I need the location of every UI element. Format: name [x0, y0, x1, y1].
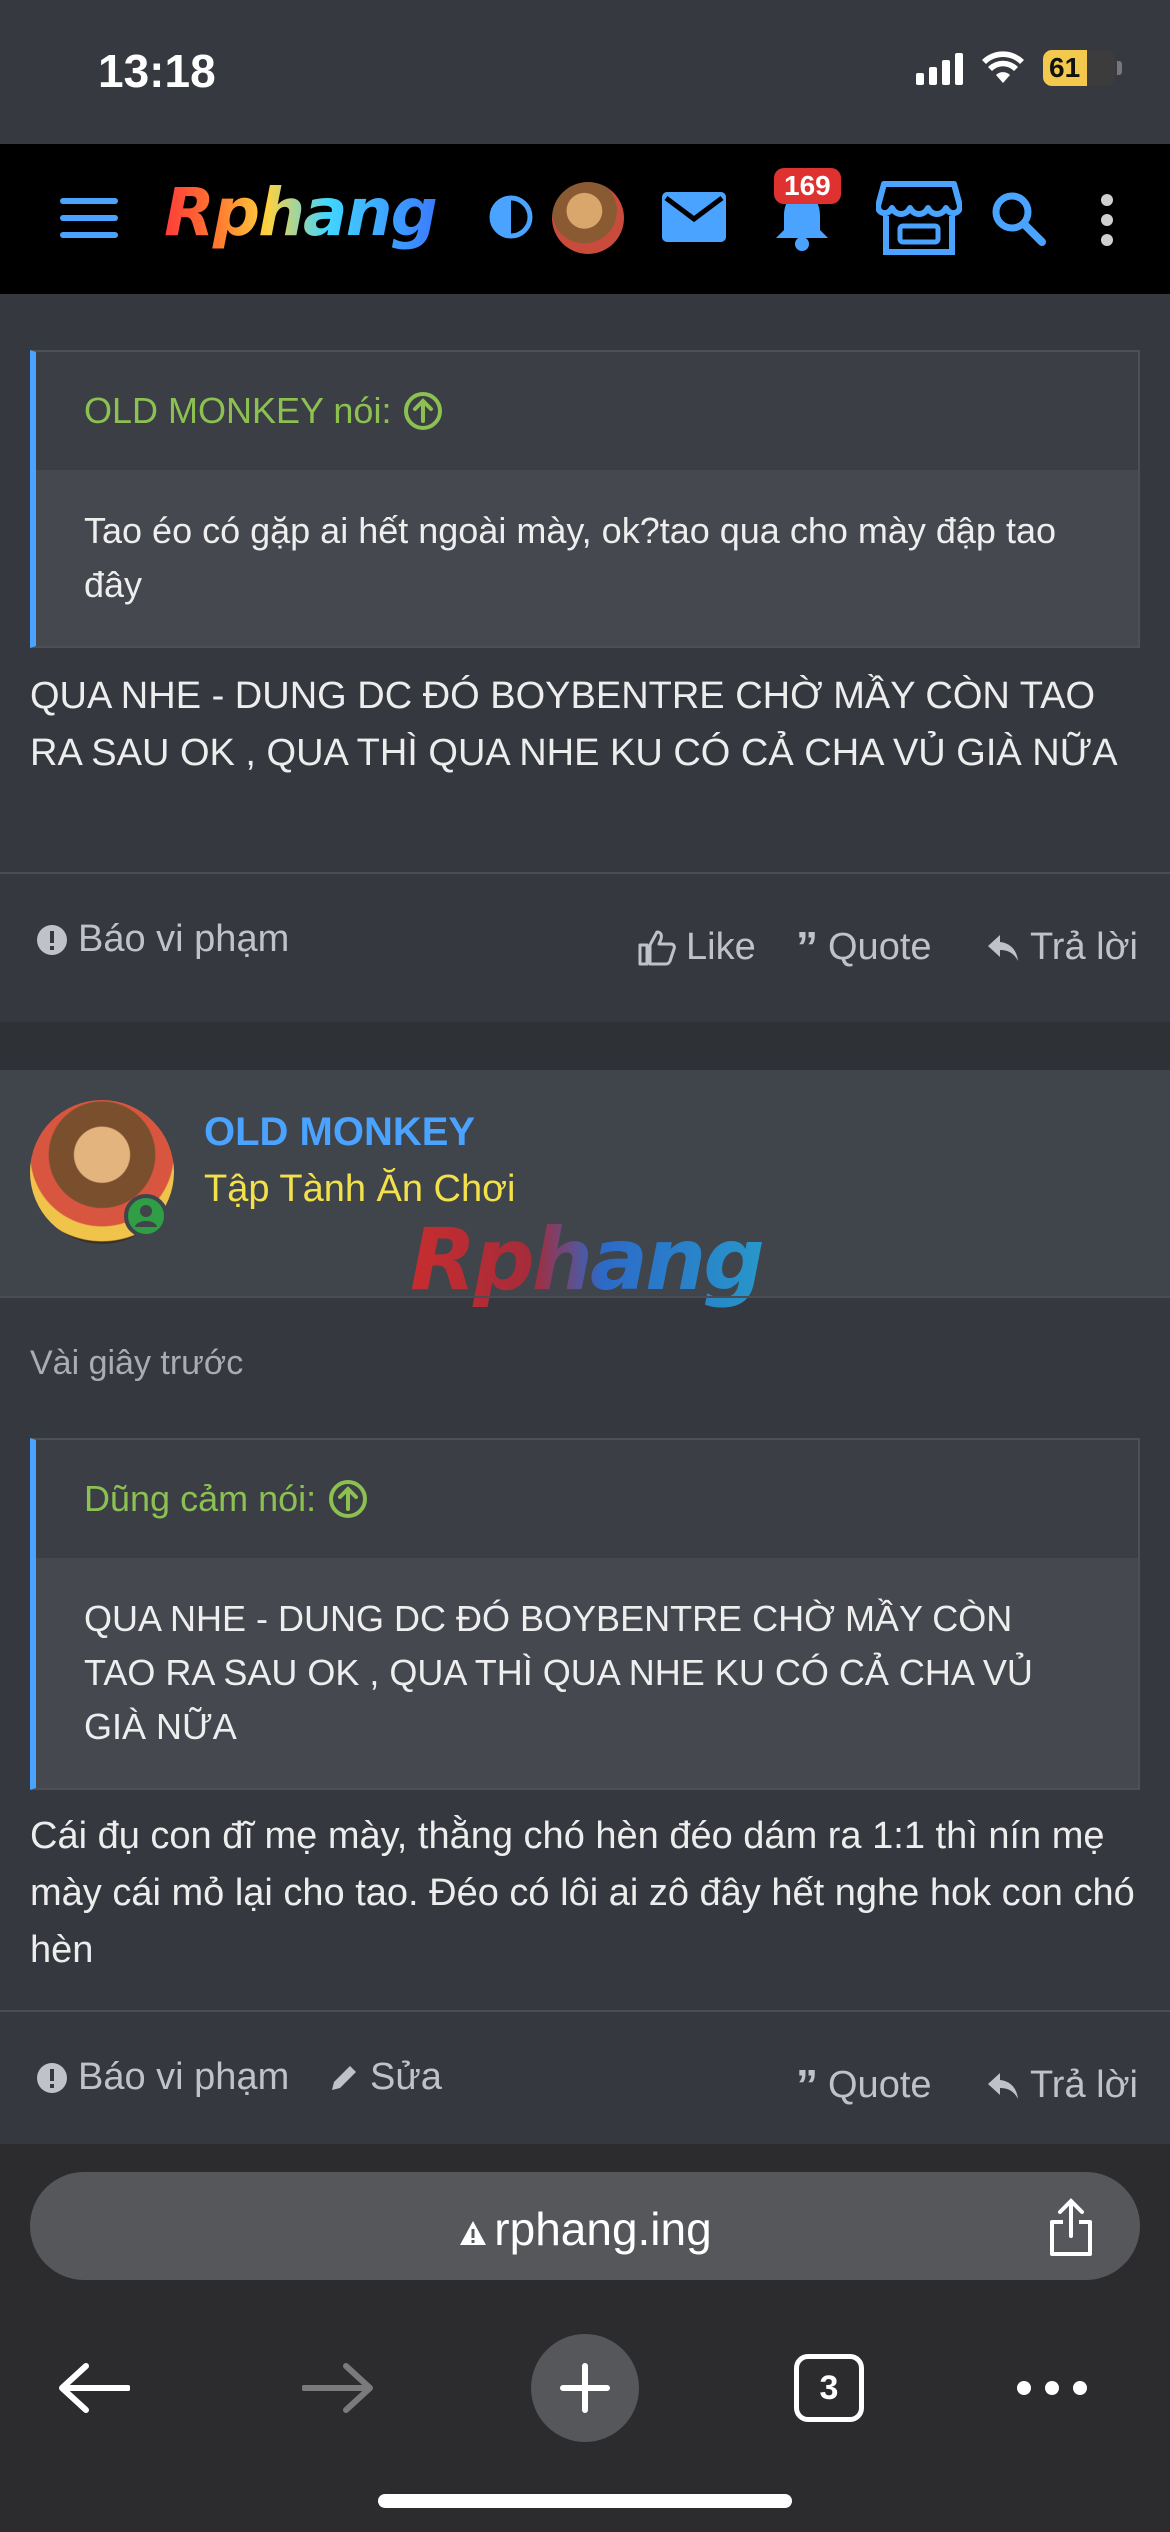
arrow-up-circle-icon[interactable] [328, 1479, 368, 1519]
url-text: rphang.ing [494, 2203, 712, 2255]
post-2-quote: Dũng cảm nói: QUA NHE - DUNG DC ĐÓ BOYBE… [30, 1438, 1140, 1790]
new-tab-icon [560, 2363, 610, 2413]
store-icon[interactable] [876, 180, 962, 256]
post-message: QUA NHE - DUNG DC ĐÓ BOYBENTRE CHỜ MẦY C… [30, 675, 1118, 774]
quote-body: QUA NHE - DUNG DC ĐÓ BOYBENTRE CHỜ MẦY C… [36, 1558, 1138, 1788]
share-icon[interactable] [1046, 2198, 1096, 2258]
reply-icon [988, 934, 1018, 961]
post-1: OLD MONKEY nói: Tao éo có gặp ai hết ngo… [0, 294, 1170, 1022]
reply-button[interactable]: Trả lời [986, 926, 1138, 969]
top-navigation: Rphang 169 [0, 144, 1170, 294]
wifi-icon [982, 51, 1024, 83]
back-icon[interactable] [58, 2360, 130, 2416]
post-message: Cái đụ con đĩ mẹ mày, thằng chó hèn đéo … [30, 1815, 1135, 1971]
quote-author: OLD MONKEY nói: [84, 390, 392, 431]
address-bar[interactable]: rphang.ing [30, 2172, 1140, 2280]
edit-icon [332, 2065, 356, 2090]
status-bar: 13:18 61 [0, 0, 1170, 144]
post-2: OLD MONKEY Tập Tành Ăn Chơi Rphang Vài g… [0, 1070, 1170, 2144]
username[interactable]: OLD MONKEY [204, 1110, 475, 1155]
more-vertical-icon[interactable] [1100, 194, 1114, 246]
battery-level: 61 [1049, 52, 1081, 83]
home-indicator[interactable] [378, 2494, 792, 2508]
site-logo[interactable]: Rphang [164, 174, 438, 251]
cellular-signal-icon [916, 51, 963, 85]
avatar[interactable] [552, 182, 624, 254]
theme-toggle-icon[interactable] [488, 194, 534, 240]
tabs-icon[interactable]: 3 [794, 2354, 864, 2422]
lock-warning-icon [460, 2220, 487, 2245]
post-timestamp[interactable]: Vài giây trước [30, 1344, 243, 1383]
quote-button[interactable]: ” Quote [796, 2060, 932, 2110]
mail-icon[interactable] [662, 192, 726, 242]
quote-button[interactable]: ” Quote [796, 922, 932, 972]
quote-icon: ” [796, 2060, 818, 2110]
more-horizontal-icon[interactable] [1016, 2380, 1088, 2396]
battery-icon: 61 [1043, 50, 1122, 86]
divider [0, 1296, 1170, 1298]
report-icon [37, 924, 67, 955]
post-1-quote: OLD MONKEY nói: Tao éo có gặp ai hết ngo… [30, 350, 1140, 648]
quote-header[interactable]: Dũng cảm nói: [36, 1440, 1138, 1558]
new-tab-button[interactable] [531, 2334, 639, 2442]
quote-header[interactable]: OLD MONKEY nói: [36, 352, 1138, 470]
like-button[interactable]: Like [638, 926, 756, 969]
post-2-actions: Báo vi phạm Sửa ” Quote Trả lời [0, 2032, 1170, 2122]
online-status-icon [124, 1194, 168, 1238]
post-2-header: OLD MONKEY Tập Tành Ăn Chơi Rphang [0, 1070, 1170, 1310]
url-display[interactable]: rphang.ing [30, 2202, 1140, 2256]
status-icons: 61 [916, 50, 1122, 86]
quote-icon: ” [796, 922, 818, 972]
post-1-actions: Báo vi phạm Like ” Quote Trả lời [0, 894, 1170, 984]
reply-button[interactable]: Trả lời [986, 2064, 1138, 2107]
watermark-logo: Rphang [410, 1210, 765, 1310]
menu-icon[interactable] [60, 196, 118, 240]
report-icon [37, 2062, 67, 2093]
search-icon[interactable] [990, 190, 1046, 246]
status-time: 13:18 [98, 45, 216, 97]
reply-icon [988, 2072, 1018, 2099]
edit-button[interactable]: Sửa [328, 2056, 442, 2099]
quote-author: Dũng cảm nói: [84, 1478, 317, 1519]
like-icon [638, 930, 676, 965]
divider [0, 2010, 1170, 2012]
browser-chrome: rphang.ing 3 [0, 2144, 1170, 2532]
browser-toolbar: 3 [0, 2294, 1170, 2454]
quote-body: Tao éo có gặp ai hết ngoài mày, ok?tao q… [36, 470, 1138, 646]
user-title: Tập Tành Ăn Chơi [204, 1168, 516, 1210]
report-button[interactable]: Báo vi phạm [36, 2056, 289, 2099]
report-button[interactable]: Báo vi phạm [36, 918, 289, 961]
arrow-up-circle-icon[interactable] [403, 391, 443, 431]
thread-content: OLD MONKEY nói: Tao éo có gặp ai hết ngo… [0, 294, 1170, 2144]
forward-icon[interactable] [302, 2360, 374, 2416]
notification-badge: 169 [774, 168, 841, 204]
divider [0, 872, 1170, 874]
